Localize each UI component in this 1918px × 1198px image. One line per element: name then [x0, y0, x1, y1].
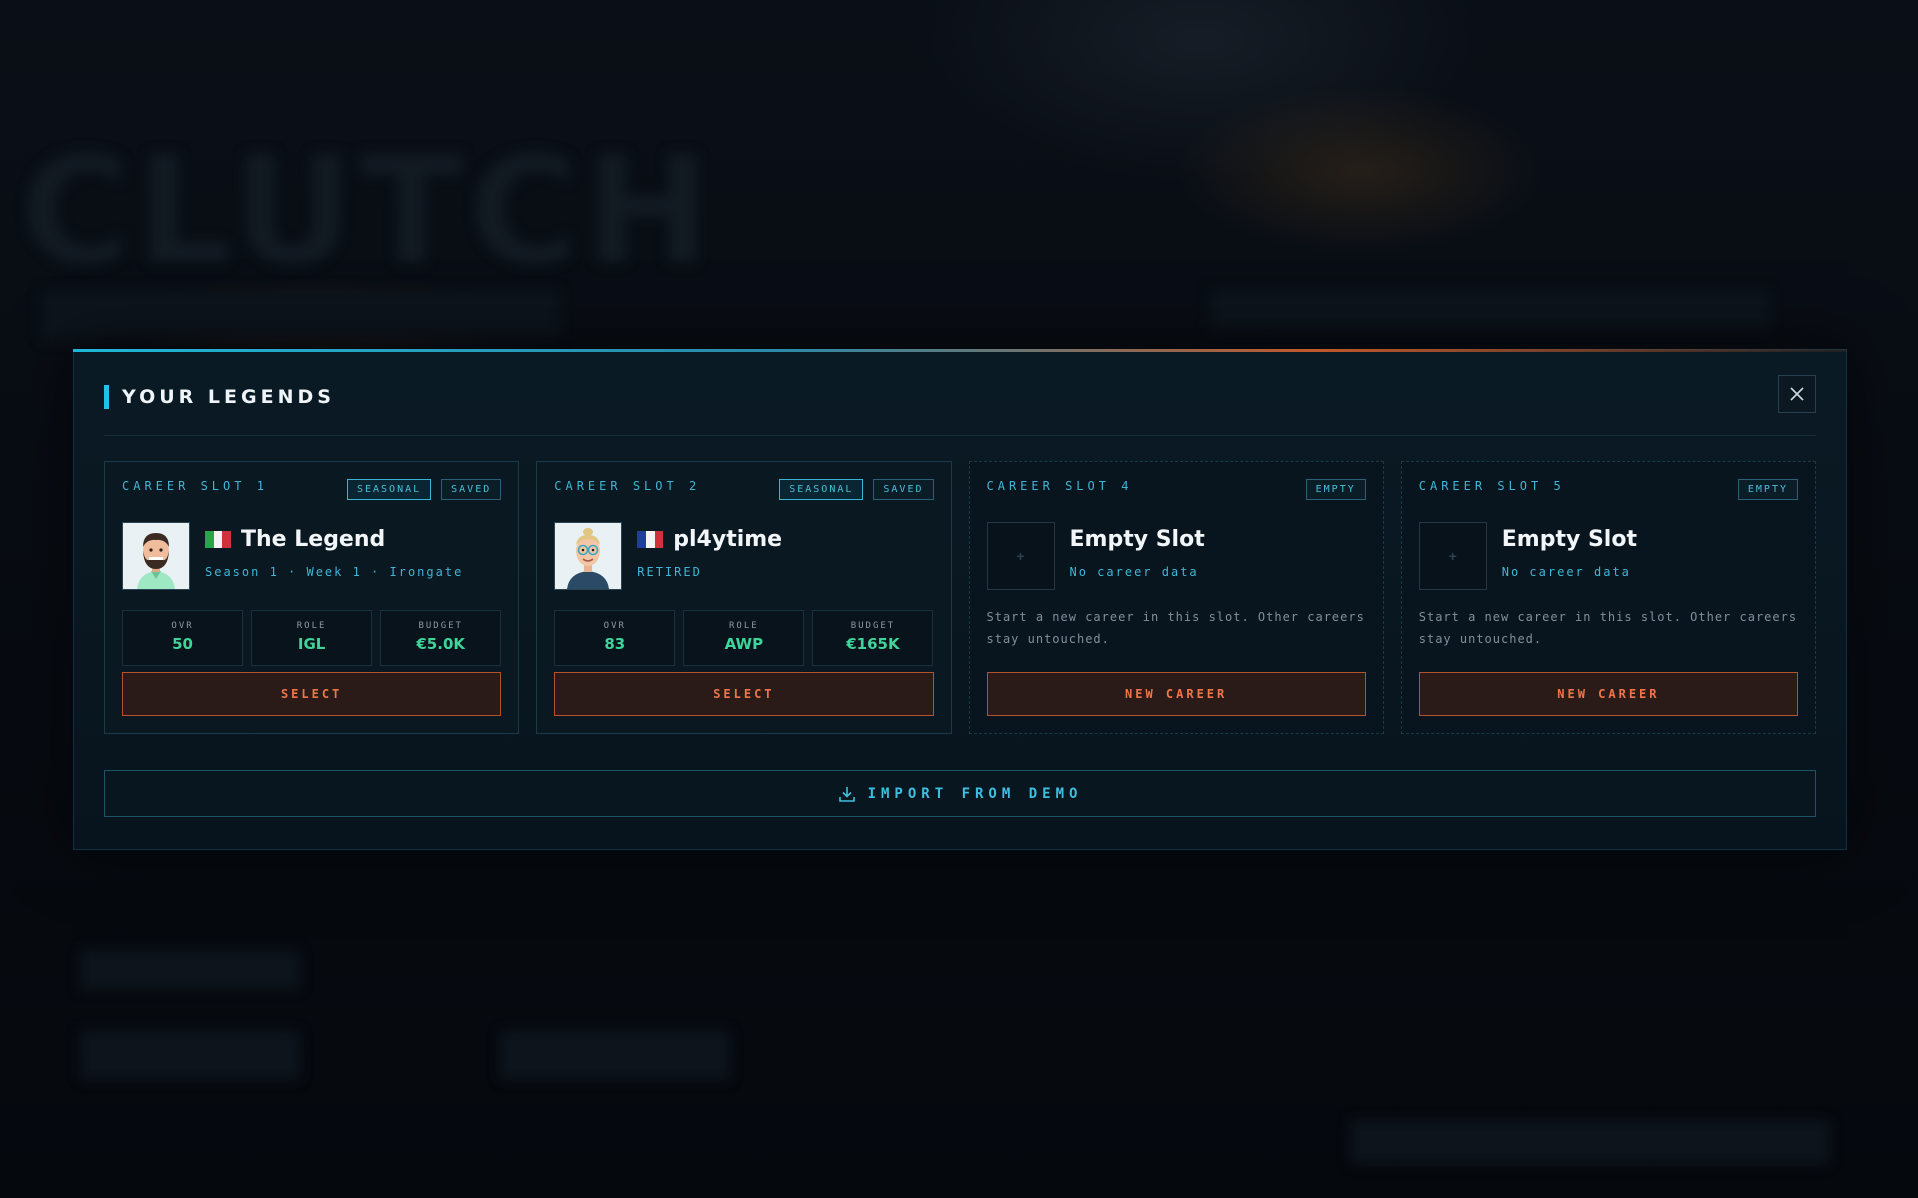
player-name-row: pl4ytime: [637, 527, 782, 552]
stat-label: ROLE: [729, 621, 759, 631]
player-name: The Legend: [241, 527, 386, 552]
empty-slot-card[interactable]: CAREER SLOT 4 EMPTY + Empty Slot No care…: [968, 461, 1384, 734]
empty-slot-title: Empty Slot: [1501, 527, 1637, 552]
header-divider: [104, 435, 1816, 436]
title-accent-bar: [104, 385, 109, 409]
stat-value: 83: [604, 635, 626, 653]
player-stats: OVR 83 ROLE AWP BUDGET €165K: [554, 610, 934, 666]
background-block: [80, 1030, 300, 1080]
import-from-demo-button[interactable]: IMPORT FROM DEMO: [104, 770, 1816, 817]
career-slots: CAREER SLOT 1 SEASONAL SAVED The Legend …: [104, 461, 1816, 734]
stat-label: OVR: [171, 621, 194, 631]
saved-badge: SAVED: [441, 479, 502, 500]
new-career-button[interactable]: NEW CAREER: [1418, 672, 1798, 716]
avatar: [554, 522, 623, 590]
player-name-row: The Legend: [205, 527, 385, 552]
glasses-man-avatar-icon: [555, 523, 622, 589]
seasonal-badge: SEASONAL: [346, 479, 432, 500]
empty-slot-subtitle: No career data: [1069, 565, 1199, 579]
bearded-man-avatar-icon: [123, 523, 189, 589]
slot-label: CAREER SLOT 4: [986, 479, 1133, 493]
player-stats: OVR 50 ROLE IGL BUDGET €5.0K: [122, 610, 502, 666]
saved-badge: SAVED: [873, 479, 934, 500]
slot-tags: SEASONAL SAVED: [779, 479, 934, 500]
empty-avatar: +: [986, 522, 1055, 590]
background-title: CLUTCH: [20, 125, 717, 299]
stat-value: €165K: [846, 635, 900, 653]
slot-tags: EMPTY: [1305, 479, 1366, 500]
stat-ovr: OVR 50: [122, 610, 244, 666]
stat-value: 50: [172, 635, 193, 653]
slot-tags: SEASONAL SAVED: [346, 479, 502, 500]
background-block: [500, 1030, 730, 1080]
plus-icon: +: [1016, 548, 1025, 564]
stat-value: IGL: [297, 635, 326, 653]
close-icon: [1790, 387, 1804, 401]
stat-budget: BUDGET €165K: [812, 610, 934, 666]
stat-budget: BUDGET €5.0K: [380, 610, 502, 666]
empty-slot-subtitle: No career data: [1501, 565, 1631, 579]
slot-label: CAREER SLOT 5: [1418, 479, 1565, 493]
stat-value: €5.0K: [416, 635, 466, 653]
new-career-button[interactable]: NEW CAREER: [986, 672, 1366, 716]
import-label: IMPORT FROM DEMO: [867, 785, 1083, 802]
stat-value: AWP: [724, 635, 764, 653]
empty-avatar: +: [1418, 522, 1487, 590]
plus-icon: +: [1448, 548, 1457, 564]
avatar: [122, 522, 190, 590]
background-block: [80, 950, 300, 990]
empty-slot-description: Start a new career in this slot. Other c…: [986, 610, 1365, 646]
select-button[interactable]: SELECT: [554, 672, 934, 716]
seasonal-badge: SEASONAL: [779, 479, 864, 500]
slot-label: CAREER SLOT 2: [554, 479, 701, 493]
background-block: [40, 290, 560, 340]
career-progress: Season 1 · Week 1 · Irongate: [205, 565, 464, 579]
background-block: [1210, 290, 1770, 330]
slot-label: CAREER SLOT 1: [122, 479, 268, 493]
empty-slot-description: Start a new career in this slot. Other c…: [1418, 610, 1798, 646]
italy-flag-icon: [205, 531, 232, 548]
slot-name-row: Empty Slot: [1502, 527, 1637, 552]
close-button[interactable]: [1778, 375, 1816, 413]
legends-modal: YOUR LEGENDS CAREER SLOT 1 SEASONAL SAVE…: [73, 349, 1847, 850]
download-icon: [838, 786, 855, 802]
stat-role: ROLE IGL: [251, 610, 373, 666]
empty-badge: EMPTY: [1737, 479, 1798, 500]
modal-title: YOUR LEGENDS: [122, 386, 335, 408]
empty-badge: EMPTY: [1305, 479, 1366, 500]
modal-header: YOUR LEGENDS: [104, 375, 1816, 419]
modal-accent-line: [73, 349, 1847, 352]
player-name: pl4ytime: [673, 527, 783, 552]
select-button[interactable]: SELECT: [122, 672, 502, 716]
empty-slot-card[interactable]: CAREER SLOT 5 EMPTY + Empty Slot No care…: [1400, 461, 1816, 734]
slot-tags: EMPTY: [1737, 479, 1798, 500]
empty-slot-title: Empty Slot: [1069, 527, 1205, 552]
stat-label: BUDGET: [850, 621, 896, 631]
background-block: [1350, 1120, 1830, 1164]
stat-role: ROLE AWP: [683, 610, 805, 666]
france-flag-icon: [637, 531, 664, 548]
stat-ovr: OVR 83: [554, 610, 676, 666]
stat-label: BUDGET: [418, 621, 463, 631]
career-status: RETIRED: [637, 565, 702, 579]
slot-name-row: Empty Slot: [1070, 527, 1205, 552]
stat-label: ROLE: [296, 621, 327, 631]
stat-label: OVR: [603, 621, 626, 631]
career-slot-card[interactable]: CAREER SLOT 1 SEASONAL SAVED The Legend …: [104, 461, 520, 734]
career-slot-card[interactable]: CAREER SLOT 2 SEASONAL SAVED pl4ytime RE…: [536, 461, 952, 734]
